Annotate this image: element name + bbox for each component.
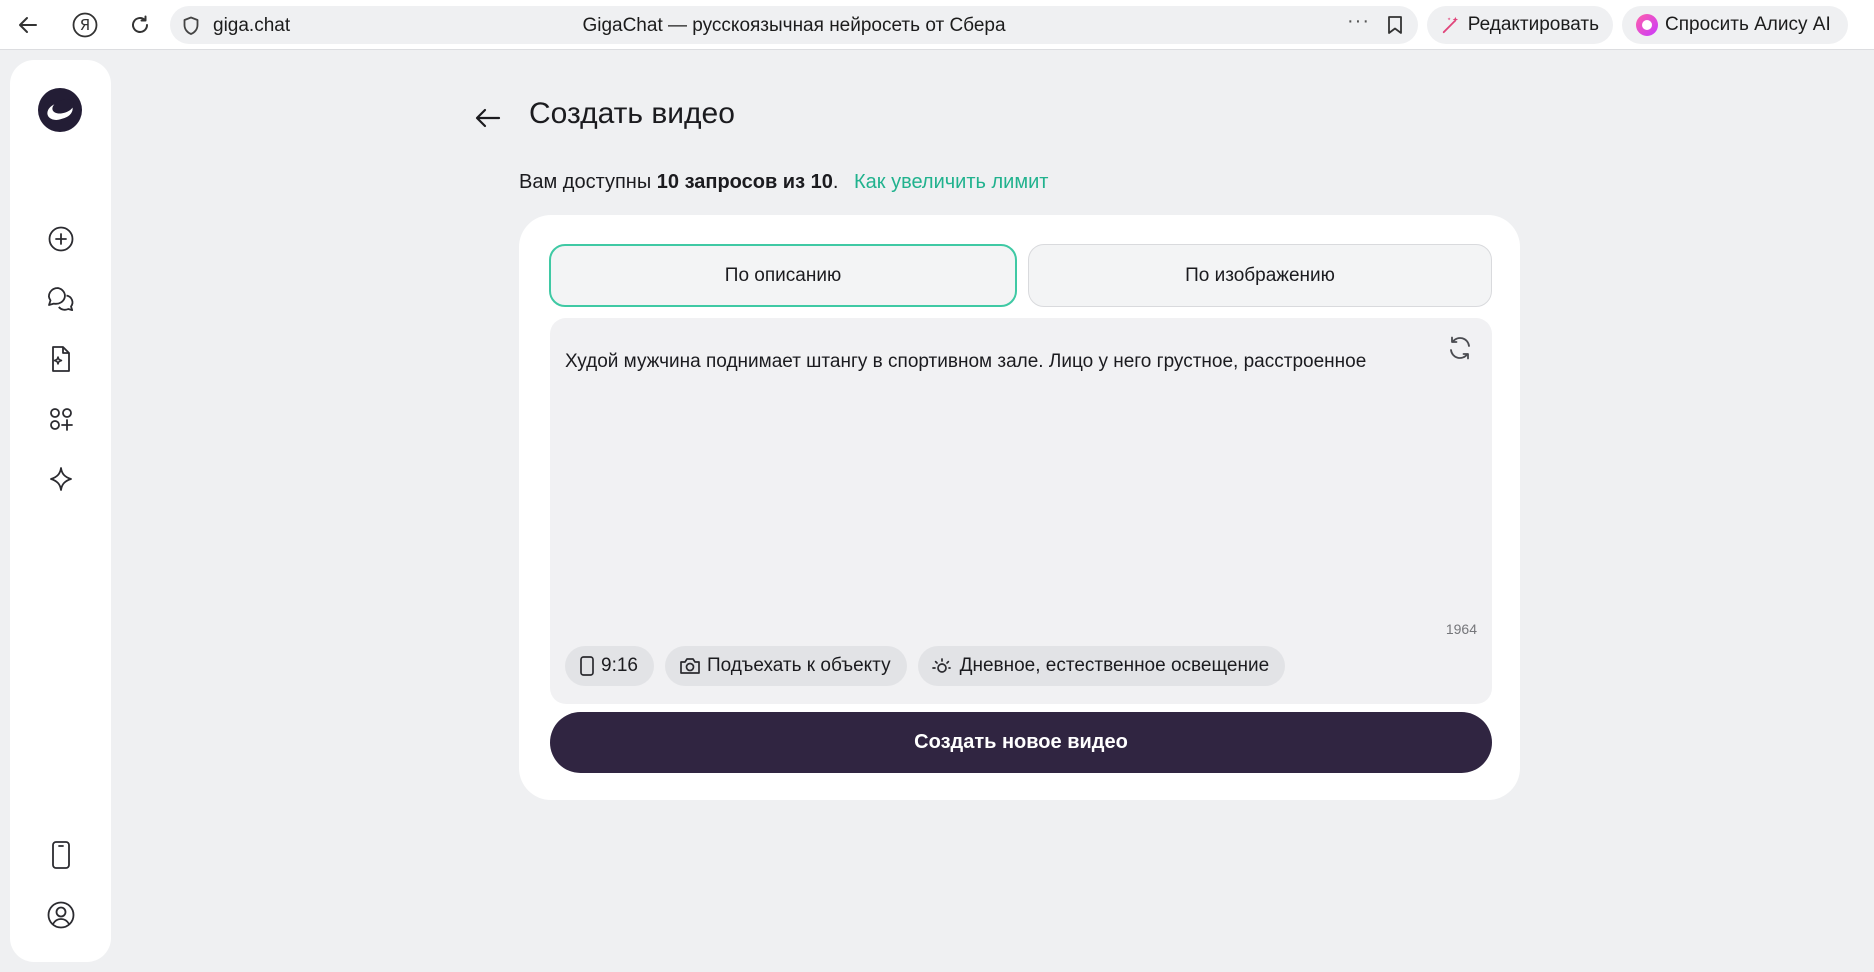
limit-prefix: Вам доступны xyxy=(519,171,652,193)
arrow-left-icon xyxy=(475,108,501,128)
apps-grid-icon xyxy=(50,408,73,431)
lighting-label: Дневное, естественное освещение xyxy=(959,655,1270,676)
limit-suffix: . xyxy=(832,171,839,193)
sun-icon xyxy=(931,658,951,673)
plus-circle-icon xyxy=(48,226,74,252)
page-tab-title: GigaChat — русскоязычная нейросеть от Сб… xyxy=(582,15,1006,36)
create-video-button[interactable]: Создать новое видео xyxy=(550,712,1492,773)
shield-icon xyxy=(183,16,199,35)
sidebar-item-new-chat[interactable] xyxy=(42,220,80,258)
gigachat-logo-icon[interactable] xyxy=(38,88,82,132)
sidebar-item-profile[interactable] xyxy=(42,896,80,934)
prompt-input[interactable]: Худой мужчина поднимает штангу в спортив… xyxy=(550,318,1492,704)
camera-motion-chip[interactable]: Подъехать к объекту xyxy=(664,646,907,686)
edit-label: Редактировать xyxy=(1467,14,1599,35)
sparkle-document-icon xyxy=(52,346,70,372)
prompt-text[interactable]: Худой мужчина поднимает штангу в спортив… xyxy=(565,349,1385,375)
refresh-icon xyxy=(1450,336,1470,360)
camera-motion-label: Подъехать к объекту xyxy=(706,655,891,676)
increase-limit-link[interactable]: Как увеличить лимит xyxy=(854,171,1048,193)
request-limit-info: Вам доступны 10 запросов из 10. Как увел… xyxy=(519,171,1048,194)
yandex-label: Я xyxy=(79,16,91,34)
sparkle-icon xyxy=(50,467,72,491)
video-create-card: По описанию По изображению Худой мужчина… xyxy=(519,215,1520,800)
sidebar-item-features[interactable] xyxy=(42,460,80,498)
address-bar[interactable]: giga.chat GigaChat — русскоязычная нейро… xyxy=(170,6,1418,44)
sidebar xyxy=(10,60,111,962)
sidebar-item-files[interactable] xyxy=(42,340,80,378)
tab-by-image[interactable]: По изображению xyxy=(1028,244,1492,307)
limit-value: 10 запросов из 10 xyxy=(656,171,833,193)
browser-toolbar: Я giga.chat GigaChat — русскоязычная ней… xyxy=(0,0,1874,50)
sidebar-item-chats[interactable] xyxy=(42,280,80,318)
edit-button[interactable]: Редактировать xyxy=(1427,6,1613,44)
more-options-button[interactable]: ··· xyxy=(1347,10,1370,33)
alice-logo-icon xyxy=(1636,14,1658,36)
regenerate-prompt-button[interactable] xyxy=(1442,330,1478,366)
reload-button[interactable] xyxy=(124,9,156,41)
char-counter: 1964 xyxy=(1445,621,1477,637)
reload-icon xyxy=(132,15,148,33)
sidebar-item-apps[interactable] xyxy=(42,400,80,438)
aspect-ratio-label: 9:16 xyxy=(601,655,638,676)
yandex-home-button[interactable]: Я xyxy=(69,9,101,41)
page-title: Создать видео xyxy=(529,97,735,130)
lighting-chip[interactable]: Дневное, естественное освещение xyxy=(917,646,1286,686)
back-button[interactable] xyxy=(470,100,506,136)
arrow-left-icon xyxy=(19,17,37,33)
camera-icon xyxy=(680,658,700,674)
phone-portrait-icon xyxy=(580,656,594,676)
browser-back-button[interactable] xyxy=(12,9,44,41)
tab-by-description[interactable]: По описанию xyxy=(549,244,1017,307)
chat-bubbles-icon xyxy=(48,287,74,311)
sidebar-item-mobile-app[interactable] xyxy=(42,836,80,874)
ask-alice-label: Спросить Алису AI xyxy=(1665,14,1831,35)
aspect-ratio-chip[interactable]: 9:16 xyxy=(565,646,654,686)
smartphone-icon xyxy=(52,841,70,869)
ask-alice-button[interactable]: Спросить Алису AI xyxy=(1622,6,1848,44)
video-options: 9:16 Подъехать к объекту Дневное, естест… xyxy=(565,646,1286,686)
user-circle-icon xyxy=(47,901,75,929)
bookmark-icon[interactable] xyxy=(1386,15,1404,35)
url-text[interactable]: giga.chat xyxy=(213,15,290,37)
magic-wand-icon xyxy=(1442,16,1459,34)
